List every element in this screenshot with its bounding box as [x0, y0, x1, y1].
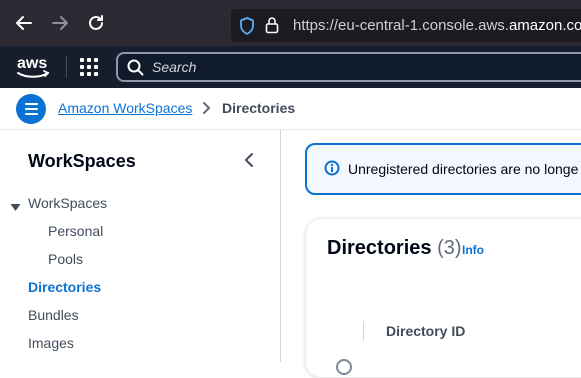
search-input[interactable]: Search — [116, 52, 581, 82]
back-arrow-icon[interactable] — [12, 11, 36, 35]
forward-arrow-icon[interactable] — [48, 11, 72, 35]
row-select-radio[interactable] — [336, 359, 352, 375]
address-bar[interactable]: https://eu-central-1.console.aws.amazon.… — [231, 9, 581, 42]
chevron-left-icon[interactable] — [243, 152, 255, 173]
sidebar-item-workspaces[interactable]: WorkSpaces — [28, 195, 107, 211]
sidebar-item-directories[interactable]: Directories — [28, 279, 101, 295]
column-divider — [363, 321, 364, 341]
nav-divider — [66, 56, 67, 78]
search-placeholder: Search — [152, 59, 197, 75]
aws-top-nav: aws Search — [0, 46, 581, 88]
flash-message: Unregistered directories are no longe — [348, 161, 579, 177]
breadcrumb-current: Directories — [222, 100, 296, 116]
sidebar-item-images[interactable]: Images — [28, 335, 74, 351]
info-flash-banner: Unregistered directories are no longe — [305, 143, 581, 195]
main-content: Unregistered directories are no longe Di… — [282, 131, 581, 378]
shield-icon[interactable] — [239, 17, 255, 40]
url-text: https://eu-central-1.console.aws.amazon.… — [293, 17, 581, 34]
column-header-directory-id[interactable]: Directory ID — [386, 323, 465, 339]
chevron-right-icon — [201, 101, 213, 120]
directories-table-container: Directories (3) Info Directory ID — [305, 218, 581, 378]
table-title: Directories (3) — [327, 237, 462, 259]
breadcrumb-link-workspaces[interactable]: Amazon WorkSpaces — [58, 100, 192, 116]
side-nav-title: WorkSpaces — [28, 151, 136, 171]
search-icon — [127, 59, 144, 81]
breadcrumb: Amazon WorkSpaces Directories — [0, 88, 581, 130]
sidebar-item-bundles[interactable]: Bundles — [28, 307, 79, 323]
sidebar-item-personal[interactable]: Personal — [48, 223, 103, 239]
lock-icon[interactable] — [265, 16, 279, 39]
reload-icon[interactable] — [84, 11, 108, 35]
info-circle-icon — [324, 160, 340, 181]
services-grid-icon[interactable] — [80, 58, 98, 76]
caret-down-icon[interactable] — [10, 199, 21, 217]
sidebar-item-pools[interactable]: Pools — [48, 251, 83, 267]
aws-logo[interactable]: aws — [15, 52, 51, 82]
info-link[interactable]: Info — [462, 243, 484, 257]
side-menu-button[interactable] — [16, 94, 46, 124]
table-count: (3) — [437, 237, 462, 259]
browser-toolbar: https://eu-central-1.console.aws.amazon.… — [0, 0, 581, 46]
svg-text:aws: aws — [17, 55, 47, 72]
side-navigation: WorkSpaces WorkSpaces Personal Pools Dir… — [0, 130, 281, 362]
